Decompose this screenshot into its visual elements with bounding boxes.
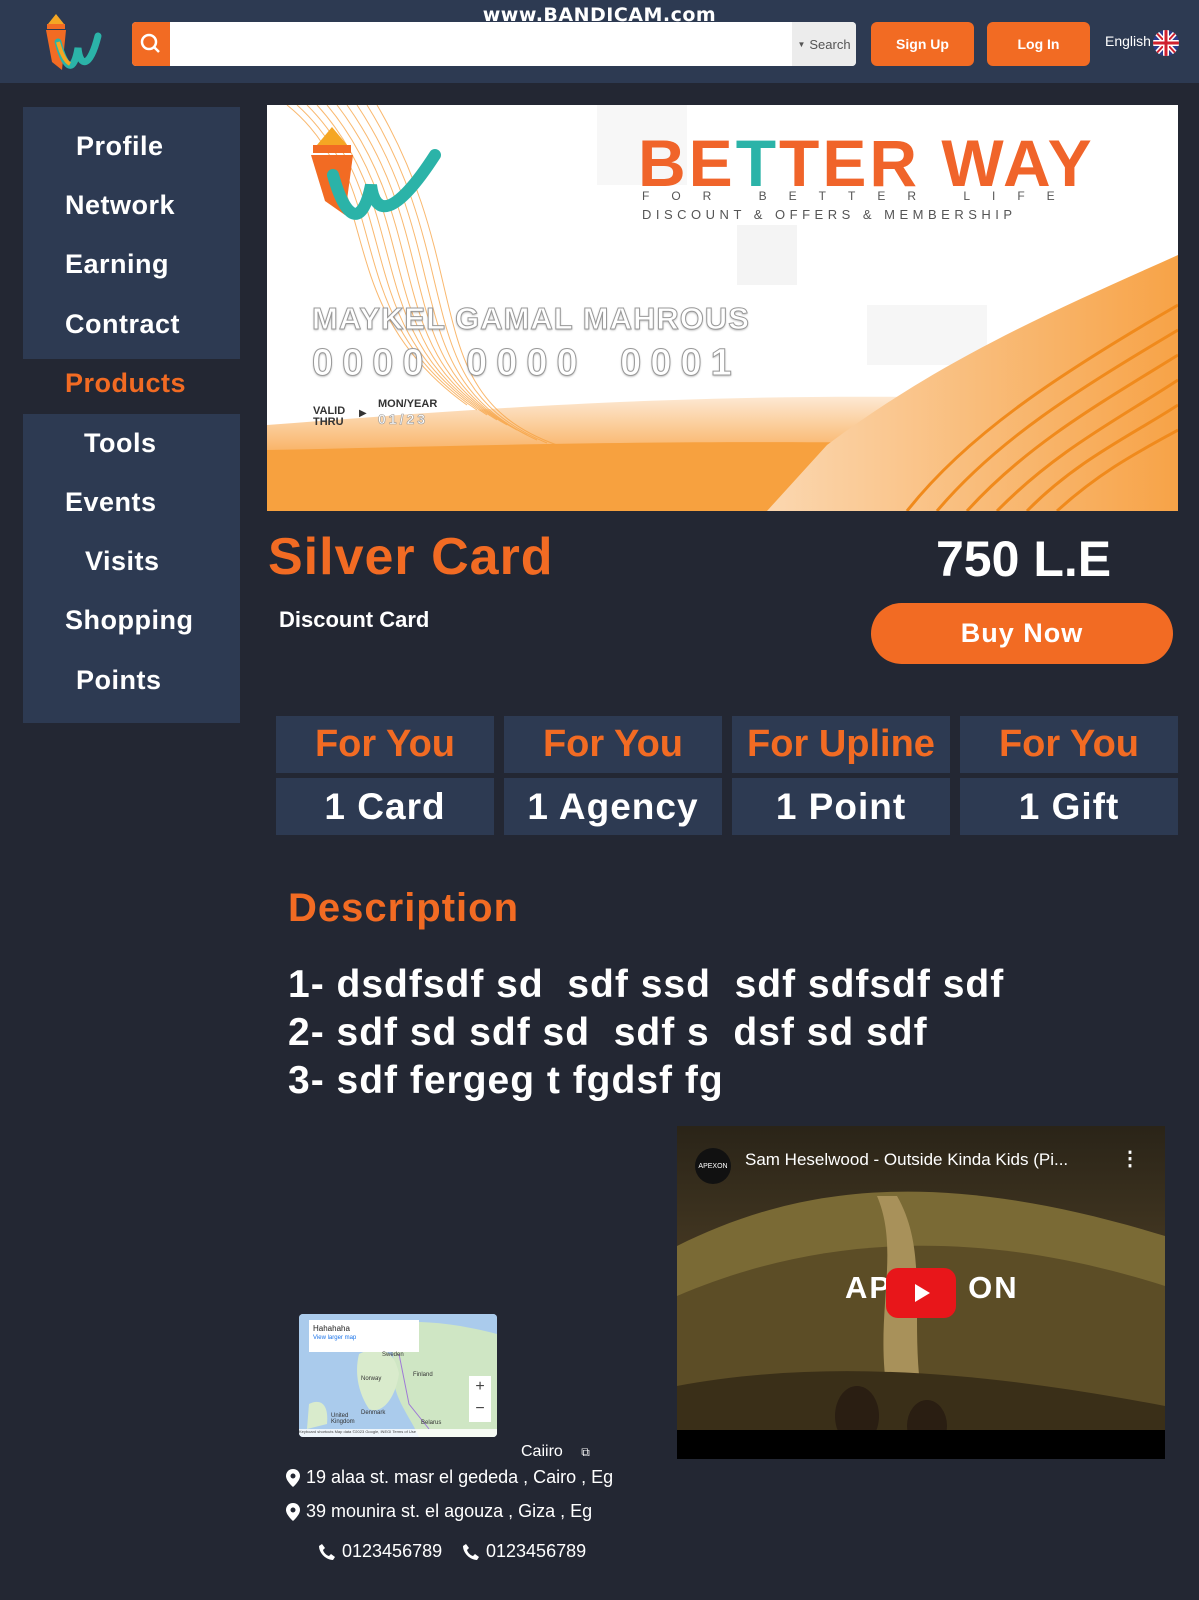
- sidebar-item-earning[interactable]: Earning: [65, 249, 169, 280]
- benefit-target: For You: [276, 716, 494, 773]
- sidebar-item-profile[interactable]: Profile: [76, 131, 164, 162]
- phone-number[interactable]: 0123456789: [462, 1541, 586, 1562]
- description-line: 1- dsdfsdf sd sdf ssd sdf sdfsdf sdf: [288, 963, 1005, 1006]
- search-bar: ▼ Search: [132, 22, 856, 66]
- product-title: Silver Card: [268, 528, 554, 586]
- map-label: Norway: [361, 1376, 382, 1382]
- sidebar-item-tools[interactable]: Tools: [84, 428, 157, 459]
- copy-icon[interactable]: ⧉: [581, 1445, 590, 1459]
- card-brand-subtitle: DISCOUNT & OFFERS & MEMBERSHIP: [642, 207, 1017, 222]
- phone-icon: [463, 1543, 479, 1560]
- benefit-value: 1 Point: [732, 778, 950, 835]
- card-expiry: 01/23: [378, 411, 429, 428]
- card-monyear-label: MON/YEAR: [378, 398, 438, 410]
- sidebar-item-contract[interactable]: Contract: [65, 309, 180, 340]
- video-title[interactable]: Sam Heselwood - Outside Kinda Kids (Pi..…: [745, 1150, 1068, 1170]
- arrow-right-icon: ▶: [359, 408, 367, 419]
- search-dropdown-label: Search: [809, 36, 851, 52]
- map-label: Denmark: [361, 1410, 386, 1416]
- benefit-target: For You: [504, 716, 722, 773]
- product-price: 750 L.E: [936, 531, 1112, 587]
- location-pin-icon: [286, 1468, 300, 1487]
- location-pin-icon: [286, 1502, 300, 1521]
- play-icon: [915, 1284, 930, 1302]
- play-button[interactable]: [886, 1268, 956, 1318]
- map-label: Sweden: [382, 1352, 404, 1358]
- benefit-target: For You: [960, 716, 1178, 773]
- phone-number[interactable]: 0123456789: [318, 1541, 442, 1562]
- recording-watermark: www.BANDICAM.com: [482, 4, 717, 26]
- zoom-in-button[interactable]: +: [469, 1376, 491, 1398]
- description-line: 3- sdf fergeg t fgdsf fg: [288, 1059, 724, 1102]
- map-attribution: Keyboard shortcuts Map data ©2023 Google…: [299, 1429, 497, 1437]
- card-holder-name: MAYKEL GAMAL MAHROUS: [312, 301, 750, 337]
- view-larger-map-link[interactable]: View larger map: [313, 1335, 356, 1341]
- search-submit-button[interactable]: [132, 22, 170, 66]
- product-subtitle: Discount Card: [279, 607, 430, 632]
- description-heading: Description: [288, 886, 520, 930]
- sidebar-item-network[interactable]: Network: [65, 190, 175, 221]
- map-label: United Kingdom: [331, 1413, 355, 1425]
- log-in-button[interactable]: Log In: [987, 22, 1090, 66]
- map-label: Finland: [413, 1372, 433, 1378]
- video-player[interactable]: APEXON Sam Heselwood - Outside Kinda Kid…: [677, 1126, 1165, 1459]
- city-label: Caiiro ⧉: [521, 1443, 590, 1460]
- location-map[interactable]: Hahahaha View larger map Sweden Norway F…: [299, 1314, 497, 1437]
- more-options-icon[interactable]: ⋮: [1120, 1146, 1140, 1171]
- chevron-down-icon: ▼: [797, 39, 806, 49]
- benefit-value: 1 Agency: [504, 778, 722, 835]
- map-label: Belarus: [421, 1420, 442, 1426]
- sidebar-item-products[interactable]: Products: [65, 368, 186, 399]
- channel-avatar[interactable]: APEXON: [695, 1148, 731, 1184]
- sidebar-item-shopping[interactable]: Shopping: [65, 605, 193, 636]
- benefit-target: For Upline: [732, 716, 950, 773]
- address-line: 39 mounira st. el agouza , Giza , Eg: [286, 1501, 592, 1522]
- phone-icon: [319, 1543, 335, 1560]
- uk-flag-icon[interactable]: [1152, 28, 1180, 58]
- map-zoom-controls: + −: [469, 1376, 491, 1422]
- search-category-dropdown[interactable]: ▼ Search: [792, 22, 856, 66]
- language-label[interactable]: English: [1105, 33, 1151, 49]
- buy-now-button[interactable]: Buy Now: [871, 603, 1173, 664]
- benefit-value: 1 Card: [276, 778, 494, 835]
- map-title: Hahahaha: [313, 1324, 350, 1333]
- address-line: 19 alaa st. masr el gededa , Cairo , Eg: [286, 1467, 613, 1488]
- benefit-value: 1 Gift: [960, 778, 1178, 835]
- description-line: 2- sdf sd sdf sd sdf s dsf sd sdf: [288, 1011, 928, 1054]
- zoom-out-button[interactable]: −: [469, 1398, 491, 1420]
- sidebar-item-visits[interactable]: Visits: [85, 546, 160, 577]
- card-number: 0000 0000 0001: [312, 342, 741, 385]
- card-valid-thru-label: VALID THRU: [313, 405, 346, 428]
- sign-up-button[interactable]: Sign Up: [871, 22, 974, 66]
- search-icon: [140, 33, 160, 53]
- sidebar-item-events[interactable]: Events: [65, 487, 157, 518]
- card-brand-tagline: FOR BETTER LIFE: [642, 189, 1077, 203]
- search-input[interactable]: [170, 22, 790, 66]
- sidebar-item-points[interactable]: Points: [76, 665, 162, 696]
- membership-card-image: BETTER WAY FOR BETTER LIFE DISCOUNT & OF…: [267, 105, 1178, 511]
